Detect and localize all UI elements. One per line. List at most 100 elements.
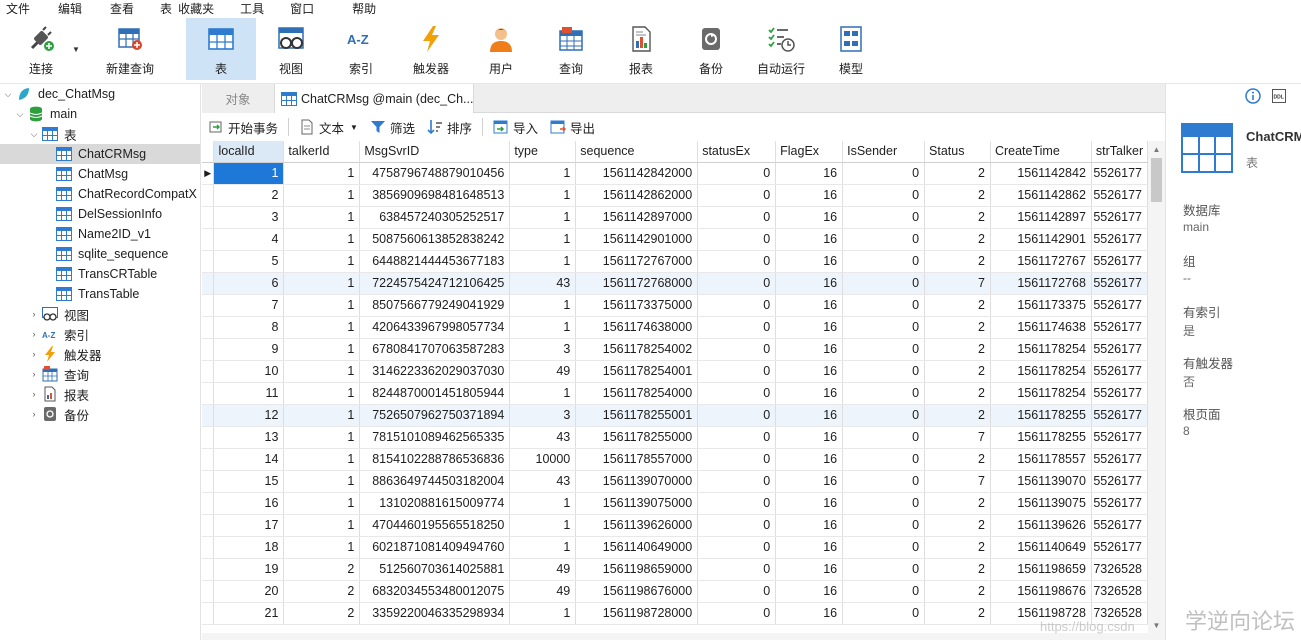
- table-cell[interactable]: 1: [509, 250, 577, 273]
- import-button[interactable]: 导入: [487, 116, 544, 138]
- table-cell[interactable]: 7815101089462565335: [359, 426, 511, 449]
- table-cell[interactable]: 1: [283, 184, 361, 207]
- table-cell[interactable]: 16: [775, 470, 844, 493]
- horizontal-scrollbar[interactable]: [202, 633, 1165, 640]
- row-indicator[interactable]: [202, 184, 215, 207]
- connect-button[interactable]: 连接: [0, 18, 82, 80]
- column-header[interactable]: type: [509, 141, 577, 163]
- query-button[interactable]: 查询: [536, 18, 606, 80]
- table-cell[interactable]: 1561140649: [990, 536, 1092, 559]
- table-cell[interactable]: 2: [924, 162, 991, 185]
- table-cell[interactable]: 16: [775, 184, 844, 207]
- table-cell[interactable]: 2: [924, 580, 991, 603]
- table-cell[interactable]: 20: [213, 580, 285, 603]
- table-cell[interactable]: 0: [697, 426, 777, 449]
- table-cell[interactable]: 3856909698481648513: [359, 184, 511, 207]
- table-cell[interactable]: 16: [775, 492, 844, 515]
- row-indicator[interactable]: [202, 514, 215, 537]
- table-cell[interactable]: 10: [213, 360, 285, 383]
- table-cell[interactable]: 2: [924, 536, 991, 559]
- table-cell[interactable]: 6448821444453677183: [359, 250, 511, 273]
- table-row[interactable]: 3 1 638457240305252517 1 1561142897000 0 16 0 2 1…: [202, 206, 1148, 229]
- table-cell[interactable]: 0: [842, 580, 926, 603]
- table-row[interactable]: 10 1 3146223362029037030 49 1561178254001 0 16…: [202, 360, 1148, 383]
- auto-run-button[interactable]: 自动运行: [746, 18, 816, 80]
- data-grid[interactable]: localId talkerId MsgSvrID type sequence …: [202, 141, 1148, 633]
- backup-button[interactable]: 备份: [676, 18, 746, 80]
- column-header[interactable]: strTalker: [1091, 141, 1148, 163]
- table-cell[interactable]: 0: [697, 228, 777, 251]
- table-cell[interactable]: 10000: [509, 448, 577, 471]
- table-cell[interactable]: 1561139070: [990, 470, 1092, 493]
- tree-item-table-transtable[interactable]: TransTable: [54, 284, 139, 304]
- table-cell[interactable]: 1: [509, 382, 577, 405]
- table-cell[interactable]: 0: [697, 250, 777, 273]
- table-cell[interactable]: 8863649744503182004: [359, 470, 511, 493]
- table-cell[interactable]: 0: [697, 272, 777, 295]
- table-cell[interactable]: 16: [775, 602, 844, 625]
- table-row[interactable]: 11 1 8244870001451805944 1 1561178254000 0 16 0…: [202, 382, 1148, 405]
- new-query-button[interactable]: 新建查询: [82, 18, 178, 80]
- chevron-right-icon[interactable]: ›: [28, 409, 40, 419]
- table-cell[interactable]: 16: [775, 404, 844, 427]
- table-cell[interactable]: 0: [697, 206, 777, 229]
- table-cell[interactable]: 5526177: [1091, 184, 1148, 207]
- row-indicator[interactable]: [202, 206, 215, 229]
- table-cell[interactable]: 16: [775, 294, 844, 317]
- table-cell[interactable]: 1: [509, 492, 577, 515]
- table-cell[interactable]: 2: [924, 228, 991, 251]
- chevron-down-icon[interactable]: ⌵: [28, 129, 40, 140]
- table-cell[interactable]: 0: [697, 382, 777, 405]
- table-cell[interactable]: 1: [283, 162, 361, 185]
- table-cell[interactable]: 0: [697, 448, 777, 471]
- table-cell[interactable]: 5526177: [1091, 316, 1148, 339]
- menu-file[interactable]: 文件: [0, 1, 36, 17]
- table-cell[interactable]: 0: [697, 338, 777, 361]
- begin-transaction-button[interactable]: 开始事务: [202, 116, 284, 138]
- tree-item-table-chatcrmsg[interactable]: ChatCRMsg: [0, 144, 200, 164]
- table-cell[interactable]: 21: [213, 602, 285, 625]
- table-cell[interactable]: 49: [509, 360, 577, 383]
- table-cell[interactable]: 43: [509, 426, 577, 449]
- chevron-right-icon[interactable]: ›: [28, 329, 40, 339]
- scroll-down-icon[interactable]: ▼: [1148, 617, 1165, 633]
- table-row[interactable]: 21 2 3359220046335298934 1 1561198728000 0 16 0…: [202, 602, 1148, 625]
- table-cell[interactable]: 5087560613852838242: [359, 228, 511, 251]
- table-cell[interactable]: 0: [697, 162, 777, 185]
- table-cell[interactable]: 16: [775, 580, 844, 603]
- table-cell[interactable]: 7526507962750371894: [359, 404, 511, 427]
- tree-item-backups[interactable]: › 备份: [28, 404, 89, 424]
- table-cell[interactable]: 1561178255: [990, 426, 1092, 449]
- table-cell[interactable]: 5: [213, 250, 285, 273]
- table-cell[interactable]: 1561140649000: [575, 536, 699, 559]
- menu-help[interactable]: 帮助: [346, 1, 382, 17]
- row-indicator[interactable]: [202, 558, 215, 581]
- table-cell[interactable]: 0: [842, 404, 926, 427]
- table-cell[interactable]: 1: [509, 602, 577, 625]
- table-cell[interactable]: 1: [283, 294, 361, 317]
- index-button[interactable]: A-Z 索引: [326, 18, 396, 80]
- table-cell[interactable]: 2: [924, 184, 991, 207]
- model-button[interactable]: 模型: [816, 18, 886, 80]
- table-cell[interactable]: 2: [283, 558, 361, 581]
- table-cell[interactable]: 43: [509, 470, 577, 493]
- tree-item-reports[interactable]: › 报表: [28, 384, 89, 404]
- row-indicator[interactable]: [202, 426, 215, 449]
- table-cell[interactable]: 0: [842, 602, 926, 625]
- table-cell[interactable]: 1: [509, 184, 577, 207]
- table-cell[interactable]: 2: [924, 382, 991, 405]
- ddl-icon[interactable]: DDL: [1272, 89, 1286, 106]
- table-cell[interactable]: 7326528: [1091, 558, 1148, 581]
- table-cell[interactable]: 1: [509, 228, 577, 251]
- table-row[interactable]: 8 1 4206433967998057734 1 1561174638000 0 16 0 2…: [202, 316, 1148, 339]
- new-query-dropdown-arrow-icon[interactable]: ▼: [72, 45, 80, 54]
- table-cell[interactable]: 7: [924, 272, 991, 295]
- table-cell[interactable]: 1561178255000: [575, 426, 699, 449]
- table-cell[interactable]: 16: [775, 426, 844, 449]
- table-cell[interactable]: 2: [924, 316, 991, 339]
- table-cell[interactable]: 8244870001451805944: [359, 382, 511, 405]
- table-cell[interactable]: 0: [697, 470, 777, 493]
- row-indicator[interactable]: [202, 250, 215, 273]
- table-cell[interactable]: 7: [924, 426, 991, 449]
- scroll-up-icon[interactable]: ▲: [1148, 141, 1165, 157]
